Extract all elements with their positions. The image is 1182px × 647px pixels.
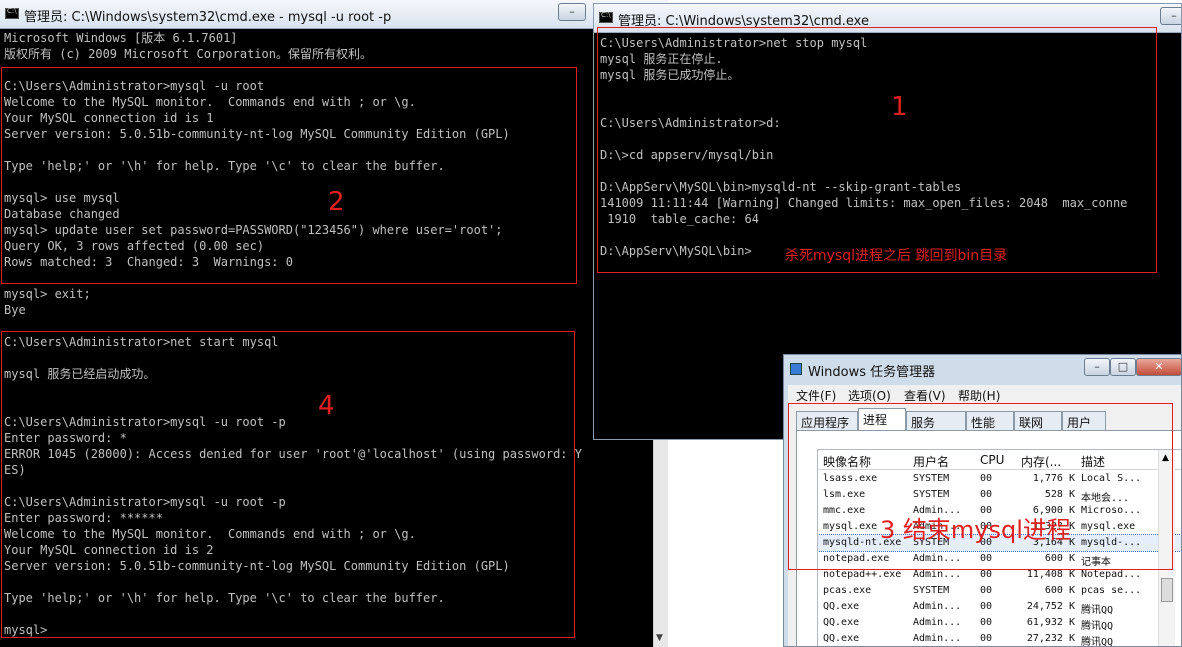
annotation-label-4: 4 [318, 391, 335, 421]
title-bar[interactable]: 管理员: C:\Windows\system32\cmd.exe - mysql… [0, 0, 668, 29]
menu-options[interactable]: 选项(O) [848, 387, 891, 404]
cmd-icon [5, 7, 19, 19]
menu-file[interactable]: 文件(F) [796, 387, 836, 404]
annotation-box-4 [1, 331, 575, 638]
process-row[interactable]: QQ.exe Admin... 00 61,932 K 腾讯QQ [818, 615, 1181, 632]
scroll-thumb[interactable] [1161, 578, 1173, 602]
menu-help[interactable]: 帮助(H) [958, 387, 1000, 404]
console-line: mysql> exit; [4, 287, 91, 301]
row-memory: 11,408 K [1026, 569, 1075, 580]
console-line: Bye [4, 303, 26, 317]
row-description: 腾讯QQ [1081, 637, 1114, 646]
row-image-name: pcas.exe [823, 585, 872, 596]
row-image-name: QQ.exe [823, 633, 860, 644]
cmd-icon [599, 11, 613, 23]
console-line: 版权所有 (c) 2009 Microsoft Corporation。保留所有… [4, 47, 372, 61]
process-row[interactable]: pcas.exe SYSTEM 00 600 K pcas se... [818, 583, 1181, 599]
annotation-label-3: 3 结束mysql进程 [880, 516, 1071, 544]
row-image-name: notepad++.exe [823, 569, 902, 580]
row-memory: 24,752 K [1026, 601, 1075, 612]
close-button[interactable]: ✕ [1136, 358, 1182, 376]
annotation-box-1 [597, 27, 1157, 273]
row-memory: 600 K [1044, 585, 1075, 596]
row-memory: 61,932 K [1026, 617, 1075, 628]
console-line: Microsoft Windows [版本 6.1.7601] [4, 31, 238, 45]
menu-view[interactable]: 查看(V) [904, 387, 946, 404]
window-title: 管理员: C:\Windows\system32\cmd.exe - mysql… [24, 10, 392, 25]
row-cpu: 00 [980, 617, 993, 628]
row-username: SYSTEM [913, 585, 950, 596]
annotation-note: 杀死mysql进程之后 跳回到bin目录 [785, 248, 1008, 264]
row-username: Admin... [913, 633, 962, 644]
row-cpu: 00 [980, 633, 993, 644]
row-image-name: QQ.exe [823, 617, 860, 628]
row-cpu: 00 [980, 601, 993, 612]
menu-bar: 文件(F) 选项(O) 查看(V) 帮助(H) [788, 385, 1181, 403]
minimize-button[interactable]: – [1084, 358, 1110, 376]
process-row[interactable]: QQ.exe Admin... 00 24,752 K 腾讯QQ [818, 599, 1181, 616]
task-manager-icon [790, 363, 802, 375]
annotation-label-2: 2 [328, 187, 345, 217]
annotation-box-2 [1, 67, 577, 284]
minimize-button[interactable]: – [558, 3, 586, 21]
row-description: pcas se... [1081, 585, 1142, 596]
minimize-button[interactable]: – [1160, 7, 1181, 25]
row-username: Admin... [913, 617, 962, 628]
row-description: 腾讯QQ [1081, 621, 1114, 632]
row-username: Admin... [913, 569, 962, 580]
process-row[interactable]: QQ.exe Admin... 00 27,232 K 腾讯QQ [818, 631, 1181, 646]
scroll-down-arrow-icon[interactable]: ▼ [656, 633, 663, 643]
row-image-name: QQ.exe [823, 601, 860, 612]
row-memory: 27,232 K [1026, 633, 1075, 644]
maximize-button[interactable]: □ [1110, 358, 1136, 376]
row-username: Admin... [913, 601, 962, 612]
annotation-label-1: 1 [891, 92, 908, 122]
row-description: Notepad... [1081, 569, 1142, 580]
row-cpu: 00 [980, 569, 993, 580]
row-cpu: 00 [980, 585, 993, 596]
task-manager-title: Windows 任务管理器 [808, 365, 936, 380]
row-description: 腾讯QQ [1081, 605, 1114, 616]
